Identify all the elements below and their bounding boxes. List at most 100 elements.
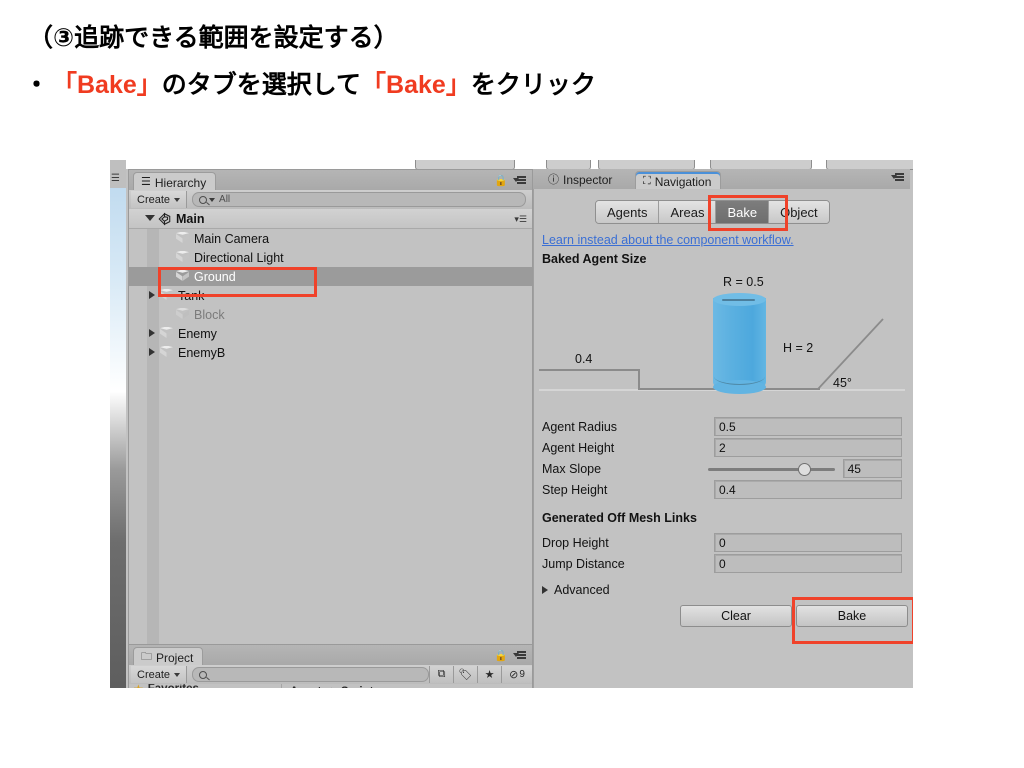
diagram-step-top xyxy=(539,369,639,371)
hamburger-menu-icon[interactable] xyxy=(891,173,904,182)
advanced-foldout[interactable]: Advanced xyxy=(542,583,610,597)
hidden-count-icon[interactable]: ⊘ 9 xyxy=(501,666,532,683)
section-baked-agent-size: Baked Agent Size xyxy=(542,252,647,266)
field-max-slope-input[interactable]: 45 xyxy=(842,459,902,478)
field-agent-height[interactable]: Agent Height 2 xyxy=(542,437,902,458)
hierarchy-create-button[interactable]: Create xyxy=(131,191,188,208)
tree-row-enemyb[interactable]: EnemyB xyxy=(129,343,532,362)
navigation-icon: ⛶ xyxy=(643,175,651,187)
tree-row-label: Ground xyxy=(194,269,236,284)
field-agent-radius[interactable]: Agent Radius 0.5 xyxy=(542,416,902,437)
field-agent-height-input[interactable]: 2 xyxy=(714,438,902,457)
chevron-right-icon[interactable] xyxy=(145,328,159,339)
hierarchy-search-text: All xyxy=(219,194,231,205)
tree-row-root[interactable]: Main ▾☰ xyxy=(129,209,532,229)
top-toolbar-strip xyxy=(110,160,913,170)
segment-object[interactable]: Object xyxy=(769,201,829,223)
navigation-tabbar: ⓘ Inspector ⛶ Navigation xyxy=(533,169,910,191)
search-icon xyxy=(199,670,208,679)
project-panel-controls[interactable]: 🔒 xyxy=(494,649,526,662)
tab-project-label: Project xyxy=(156,650,194,665)
project-create-label: Create xyxy=(137,668,171,681)
tab-project[interactable]: 🗀 Project xyxy=(133,647,204,667)
max-slope-slider[interactable] xyxy=(706,460,837,477)
field-agent-height-label: Agent Height xyxy=(542,440,615,455)
component-workflow-link[interactable]: Learn instead about the component workfl… xyxy=(542,233,794,247)
navigation-body: Agents Areas Bake Object Learn instead a… xyxy=(533,189,910,688)
row-menu-icon[interactable]: ▾☰ xyxy=(514,214,527,225)
chevron-right-icon[interactable] xyxy=(145,347,159,358)
tab-hierarchy[interactable]: ☰ Hierarchy xyxy=(133,172,217,192)
hierarchy-tree[interactable]: Main ▾☰ Main Camera Directional Light Grou… xyxy=(129,209,532,653)
navigation-segmented-control[interactable]: Agents Areas Bake Object xyxy=(595,200,830,224)
hamburger-menu-icon[interactable] xyxy=(513,651,526,660)
chevron-right-icon[interactable] xyxy=(542,586,548,594)
field-max-slope[interactable]: Max Slope 45 xyxy=(542,458,902,479)
unity-scene-icon xyxy=(158,211,171,226)
hierarchy-icon: ☰ xyxy=(141,176,151,188)
favorite-star-icon[interactable]: ★ xyxy=(477,666,501,683)
project-create-button[interactable]: Create xyxy=(131,666,188,683)
field-step-height[interactable]: Step Height 0.4 xyxy=(542,479,902,500)
tree-row-main-camera[interactable]: Main Camera xyxy=(129,229,532,248)
game-object-cube-icon xyxy=(159,326,174,341)
bullet-line: ・「Bake」のタブを選択して「Bake」をクリック xyxy=(24,65,596,101)
add-asset-icon[interactable]: ⧉ xyxy=(429,666,453,683)
bullet-accent-2: 「Bake」 xyxy=(361,71,471,99)
field-step-height-input[interactable]: 0.4 xyxy=(714,480,902,499)
field-drop-height-input[interactable]: 0 xyxy=(714,533,902,552)
segment-bake[interactable]: Bake xyxy=(716,201,770,223)
info-icon: ⓘ xyxy=(548,173,559,186)
hierarchy-search-input[interactable]: All xyxy=(192,192,526,207)
project-favorites-label: Favorites xyxy=(148,684,199,688)
hamburger-menu-icon[interactable] xyxy=(513,176,526,185)
tree-row-ground[interactable]: Ground xyxy=(129,267,532,286)
advanced-label: Advanced xyxy=(554,583,610,597)
segment-agents[interactable]: Agents xyxy=(596,201,660,223)
scene-view-menu-icon[interactable]: ☰ xyxy=(111,173,120,184)
search-icon xyxy=(199,195,208,204)
bullet-accent-1: 「Bake」 xyxy=(52,71,162,99)
navigation-panel-controls[interactable] xyxy=(891,173,904,182)
hierarchy-toolbar: Create All xyxy=(129,190,532,210)
tree-row-directional-light[interactable]: Directional Light xyxy=(129,248,532,267)
game-object-cube-icon xyxy=(159,288,174,303)
slider-handle[interactable] xyxy=(797,463,811,476)
chevron-down-icon[interactable] xyxy=(145,215,155,221)
scene-view-sliver xyxy=(110,168,126,688)
lock-icon[interactable]: 🔒 xyxy=(494,174,508,187)
project-search-input[interactable] xyxy=(192,667,429,682)
field-jump-distance-label: Jump Distance xyxy=(542,556,625,571)
tree-row-block[interactable]: Block xyxy=(129,305,532,324)
field-jump-distance-input[interactable]: 0 xyxy=(714,554,902,573)
diagram-step-label: 0.4 xyxy=(575,352,593,366)
clear-button[interactable]: Clear xyxy=(680,605,792,627)
folder-icon: 🗀 xyxy=(141,651,152,663)
cylinder-bottom-arc xyxy=(714,368,765,385)
lock-icon[interactable]: 🔒 xyxy=(494,649,508,662)
hierarchy-panel-controls[interactable]: 🔒 xyxy=(494,174,526,187)
game-object-cube-icon xyxy=(175,231,190,246)
field-agent-radius-input[interactable]: 0.5 xyxy=(714,417,902,436)
diagram-slope-label: 45° xyxy=(833,376,852,390)
hidden-count-value: 9 xyxy=(519,669,525,680)
navigation-panel: ⓘ Inspector ⛶ Navigation Agents Areas Ba… xyxy=(533,169,910,688)
tree-row-tank[interactable]: Tank xyxy=(129,286,532,305)
project-tabbar: 🗀 Project 🔒 xyxy=(129,645,532,667)
segment-areas[interactable]: Areas xyxy=(659,201,717,223)
chevron-right-icon[interactable] xyxy=(145,290,159,301)
agent-cylinder xyxy=(713,292,766,397)
tab-navigation[interactable]: ⛶ Navigation xyxy=(635,171,722,191)
bake-button[interactable]: Bake xyxy=(796,605,908,627)
field-drop-height[interactable]: Drop Height 0 xyxy=(542,532,902,553)
page-title: （③追跡できる範囲を設定する） xyxy=(28,24,399,52)
tree-row-label: Tank xyxy=(178,288,205,303)
tab-inspector[interactable]: ⓘ Inspector xyxy=(541,171,621,189)
project-favorites-row[interactable]: ★ Favorites xyxy=(129,684,282,688)
bullet-mid-text: のタブを選択して xyxy=(161,71,362,99)
label-icon[interactable]: 🏷 xyxy=(453,666,477,683)
tab-inspector-label: Inspector xyxy=(563,173,613,187)
tree-row-enemy[interactable]: Enemy xyxy=(129,324,532,343)
agent-size-diagram: R = 0.5 H = 2 0.4 45° xyxy=(535,271,909,407)
field-jump-distance[interactable]: Jump Distance 0 xyxy=(542,553,902,574)
